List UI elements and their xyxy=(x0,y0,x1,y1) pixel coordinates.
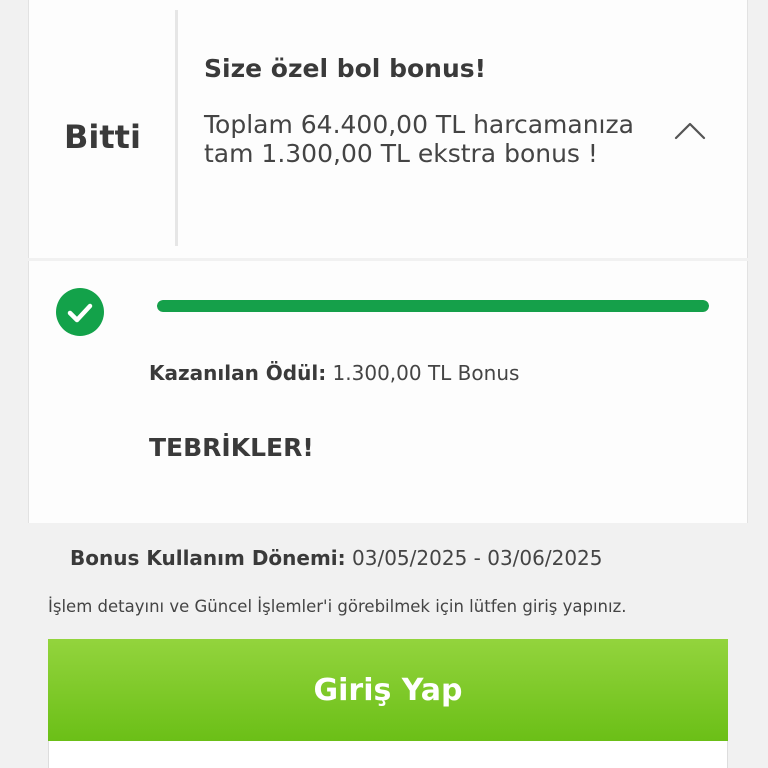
congrats-heading: TEBRİKLER! xyxy=(149,433,314,462)
campaign-status: Bitti xyxy=(64,118,141,156)
campaign-title: Size özel bol bonus! xyxy=(204,54,487,83)
earned-reward-label: Kazanılan Ödül: xyxy=(149,361,327,385)
campaign-description: Toplam 64.400,00 TL harcamanıza tam 1.30… xyxy=(204,110,634,168)
earned-reward-value: 1.300,00 TL Bonus xyxy=(332,361,520,385)
bonus-usage-period: Bonus Kullanım Dönemi: 03/05/2025 - 03/0… xyxy=(70,546,603,570)
login-button[interactable]: Giriş Yap xyxy=(48,639,728,741)
bonus-usage-period-label: Bonus Kullanım Dönemi: xyxy=(70,546,346,570)
campaign-detail-page: Bitti Size özel bol bonus! Toplam 64.400… xyxy=(0,0,768,768)
earned-reward: Kazanılan Ödül: 1.300,00 TL Bonus xyxy=(149,361,519,385)
campaign-progress-card: Kazanılan Ödül: 1.300,00 TL Bonus TEBRİK… xyxy=(28,261,748,523)
login-info-text: İşlem detayını ve Güncel İşlemler'i göre… xyxy=(48,597,627,616)
bonus-usage-period-value: 03/05/2025 - 03/06/2025 xyxy=(352,546,603,570)
check-circle-icon xyxy=(56,288,104,336)
next-card xyxy=(48,741,728,768)
chevron-up-icon[interactable] xyxy=(674,118,706,142)
campaign-summary-card[interactable]: Bitti Size özel bol bonus! Toplam 64.400… xyxy=(28,0,748,258)
progress-bar xyxy=(157,300,709,312)
progress-bar-fill xyxy=(157,300,709,312)
status-column: Bitti xyxy=(29,10,178,246)
